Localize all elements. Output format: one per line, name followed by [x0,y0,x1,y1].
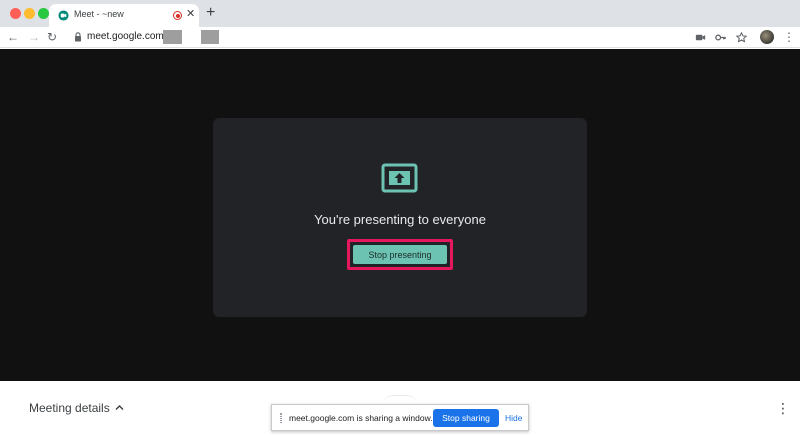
window-close-button[interactable] [10,8,21,19]
meet-icon [58,10,69,21]
present-screen-icon [381,163,418,193]
meeting-details-button[interactable]: Meeting details [29,401,110,415]
browser-tab-meet[interactable]: Meet - ~new ✕ [49,4,199,27]
meet-stage: You're presenting to everyone Stop prese… [0,49,800,381]
new-tab-button[interactable]: + [206,4,215,22]
sharing-message: meet.google.com is sharing a window. [289,413,433,423]
window-zoom-button[interactable] [38,8,49,19]
presenting-card: You're presenting to everyone Stop prese… [213,118,587,317]
address-bar-url[interactable]: meet.google.com/ [87,31,167,42]
window-minimize-button[interactable] [24,8,35,19]
chevron-up-icon[interactable] [114,402,125,413]
redacted-url-segment [201,30,219,44]
lock-icon[interactable] [74,32,82,42]
reload-icon[interactable]: ↻ [47,29,57,45]
browser-titlebar: Meet - ~new ✕ + [0,0,800,27]
tab-title: Meet - ~new [74,9,124,19]
profile-avatar[interactable] [760,30,774,44]
forward-arrow-icon[interactable]: → [28,29,40,45]
bookmark-star-icon[interactable] [735,31,748,44]
stop-presenting-button[interactable]: Stop presenting [353,245,447,264]
key-icon[interactable] [714,31,727,44]
recording-icon [173,11,182,20]
presenting-message: You're presenting to everyone [314,212,486,227]
stop-sharing-button[interactable]: Stop sharing [433,409,499,427]
more-options-icon[interactable]: ⋮ [776,399,790,417]
sharing-notification-bar: meet.google.com is sharing a window. Sto… [271,404,529,431]
tab-close-icon[interactable]: ✕ [186,7,195,22]
browser-menu-icon[interactable]: ⋮ [783,30,795,44]
back-arrow-icon[interactable]: ← [7,29,19,45]
browser-toolbar: ← → ↻ meet.google.com/ ⋮ [0,27,800,48]
drag-handle-icon[interactable] [280,413,282,423]
redacted-url-segment [163,30,182,44]
camera-icon[interactable] [694,31,707,44]
hide-link[interactable]: Hide [505,413,522,423]
